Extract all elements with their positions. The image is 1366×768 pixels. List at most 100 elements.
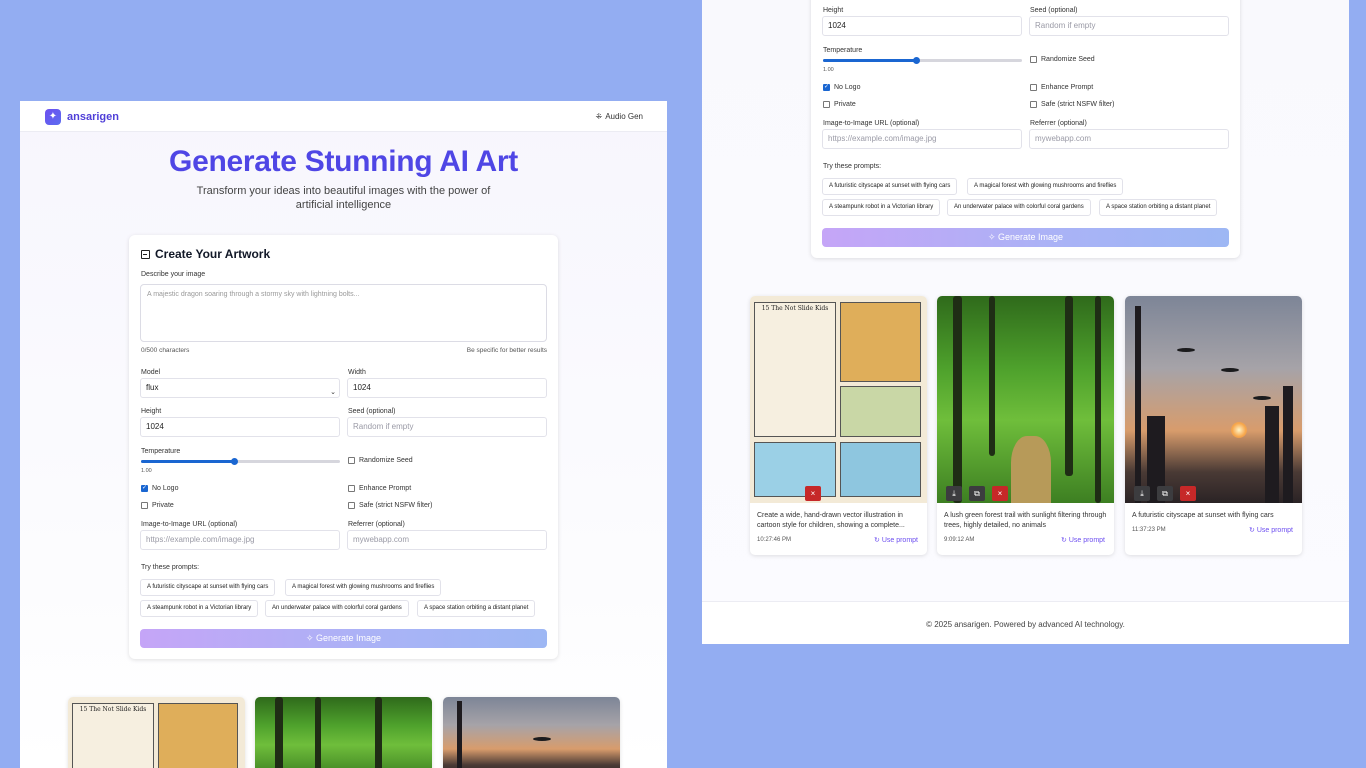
gallery-time: 10:27:46 PM [757, 537, 792, 543]
comic-panel [158, 703, 238, 768]
seed-label: Seed (optional) [348, 408, 396, 415]
generate-button[interactable]: ✧ Generate Image [822, 228, 1229, 247]
prompt-chip[interactable]: A futuristic cityscape at sunset with fl… [822, 178, 958, 195]
describe-label: Describe your image [141, 271, 206, 278]
safe-checkbox[interactable]: Safe (strict NSFW filter) [348, 502, 433, 509]
checkbox-box[interactable] [348, 457, 355, 464]
safe-label: Safe (strict NSFW filter) [1041, 101, 1115, 108]
delete-button[interactable]: × [805, 486, 821, 501]
use-prompt-button[interactable]: ↻ Use prompt [874, 536, 918, 544]
checkbox-box[interactable] [1030, 101, 1037, 108]
copy-icon: ⧉ [974, 489, 980, 498]
checkbox-box[interactable] [141, 502, 148, 509]
copy-button[interactable]: ⧉ [1157, 486, 1173, 501]
gallery-image[interactable] [443, 697, 620, 768]
gallery-card-forest[interactable] [255, 697, 432, 768]
img2img-input[interactable]: https://example.com/image.jpg [822, 129, 1022, 149]
height-input[interactable]: 1024 [140, 417, 340, 437]
refresh-icon: ↻ [1248, 527, 1255, 534]
slider-thumb[interactable] [913, 57, 921, 64]
checkbox-box[interactable] [1030, 84, 1037, 91]
private-checkbox[interactable]: Private [823, 101, 856, 108]
img2img-input[interactable]: https://example.com/image.jpg [140, 530, 340, 550]
gallery-caption: A lush green forest trail with sunlight … [944, 512, 1107, 529]
checkbox-box[interactable] [348, 502, 355, 509]
no-logo-checkbox[interactable]: ✓ No Logo [141, 485, 178, 492]
gallery-image[interactable] [937, 296, 1114, 503]
gallery-card-forest[interactable]: ⤓ ⧉ × A lush green forest trail with sun… [937, 296, 1114, 555]
prompt-chip[interactable]: A space station orbiting a distant plane… [417, 600, 536, 617]
checkbox-box[interactable] [348, 485, 355, 492]
enhance-prompt-checkbox[interactable]: Enhance Prompt [1030, 84, 1093, 91]
model-select[interactable]: flux ⌄ [140, 378, 340, 398]
gallery-card-city[interactable]: ⤓ ⧉ × A futuristic cityscape at sunset w… [1125, 296, 1302, 555]
checkbox-box[interactable] [823, 101, 830, 108]
image-icon [141, 249, 150, 259]
gallery-image[interactable] [1125, 296, 1302, 503]
prompt-chip[interactable]: An underwater palace with colorful coral… [265, 600, 409, 617]
use-prompt-button[interactable]: ↻ Use prompt [1249, 526, 1293, 534]
gallery-image[interactable]: 15 The Not Slide Kids [68, 697, 245, 768]
generate-button[interactable]: ✧ Generate Image [140, 629, 547, 648]
delete-button[interactable]: × [992, 486, 1008, 501]
gallery-caption: A futuristic cityscape at sunset with fl… [1132, 512, 1274, 519]
seed-input[interactable]: Random if empty [1029, 16, 1229, 36]
referrer-input[interactable]: mywebapp.com [347, 530, 547, 550]
gallery-image[interactable] [255, 697, 432, 768]
prompt-textarea[interactable]: A majestic dragon soaring through a stor… [140, 284, 547, 342]
gallery-card-comic[interactable]: 15 The Not Slide Kids [68, 697, 245, 768]
safe-checkbox[interactable]: Safe (strict NSFW filter) [1030, 101, 1115, 108]
randomize-seed-checkbox[interactable]: Randomize Seed [1030, 56, 1095, 63]
brand-logo[interactable]: ✦ ansarigen [45, 109, 119, 125]
checkbox-box-checked[interactable]: ✓ [141, 485, 148, 492]
temperature-value: 1.00 [823, 67, 834, 73]
close-icon: × [810, 489, 816, 498]
temperature-slider[interactable] [823, 57, 1022, 64]
prompt-chip[interactable]: A magical forest with glowing mushrooms … [285, 579, 442, 596]
card-title: Create Your Artwork [141, 247, 270, 261]
checkbox-box-checked[interactable]: ✓ [823, 84, 830, 91]
referrer-input[interactable]: mywebapp.com [1029, 129, 1229, 149]
prompt-chip[interactable]: A steampunk robot in a Victorian library [140, 600, 259, 617]
seed-input[interactable]: Random if empty [347, 417, 547, 437]
comic-title: 15 The Not Slide Kids [79, 706, 147, 713]
prompt-chip[interactable]: An underwater palace with colorful coral… [947, 199, 1091, 216]
model-label: Model [141, 369, 161, 376]
temperature-slider[interactable] [141, 458, 340, 465]
audio-gen-label: Audio Gen [605, 112, 643, 121]
height-input[interactable]: 1024 [822, 16, 1022, 36]
slider-thumb[interactable] [231, 458, 239, 465]
gallery-time: 9:09:12 AM [944, 537, 975, 543]
delete-button[interactable]: × [1180, 486, 1196, 501]
use-prompt-label: Use prompt [881, 537, 918, 544]
gallery-card-city[interactable] [443, 697, 620, 768]
randomize-seed-checkbox[interactable]: Randomize Seed [348, 457, 413, 464]
audio-gen-link[interactable]: ⁜ Audio Gen [595, 112, 643, 121]
download-button[interactable]: ⤓ [946, 486, 962, 501]
prompt-chip[interactable]: A futuristic cityscape at sunset with fl… [140, 579, 276, 596]
width-input[interactable]: 1024 [347, 378, 547, 398]
prompt-chip[interactable]: A steampunk robot in a Victorian library [822, 199, 941, 216]
download-button[interactable]: ⤓ [1134, 486, 1150, 501]
comic-title: 15 The Not Slide Kids [761, 305, 829, 312]
private-label: Private [834, 101, 856, 108]
randomize-seed-label: Randomize Seed [1041, 56, 1095, 63]
enhance-prompt-checkbox[interactable]: Enhance Prompt [348, 485, 411, 492]
checkbox-box[interactable] [1030, 56, 1037, 63]
chevron-down-icon: ⌄ [330, 389, 336, 396]
private-label: Private [152, 502, 174, 509]
comic-panel: 15 The Not Slide Kids [72, 703, 154, 768]
no-logo-checkbox[interactable]: ✓ No Logo [823, 84, 860, 91]
private-checkbox[interactable]: Private [141, 502, 174, 509]
try-prompts-label: Try these prompts: [823, 163, 882, 170]
temperature-label: Temperature [823, 47, 863, 54]
gallery-card-comic[interactable]: 15 The Not Slide Kids × Create a wide, h… [750, 296, 927, 555]
comic-panel [840, 442, 921, 497]
copy-button[interactable]: ⧉ [969, 486, 985, 501]
gallery-image[interactable]: 15 The Not Slide Kids [750, 296, 927, 503]
refresh-icon: ↻ [873, 537, 880, 544]
prompt-chip[interactable]: A magical forest with glowing mushrooms … [967, 178, 1124, 195]
use-prompt-label: Use prompt [1068, 537, 1105, 544]
prompt-chip[interactable]: A space station orbiting a distant plane… [1099, 199, 1218, 216]
use-prompt-button[interactable]: ↻ Use prompt [1061, 536, 1105, 544]
